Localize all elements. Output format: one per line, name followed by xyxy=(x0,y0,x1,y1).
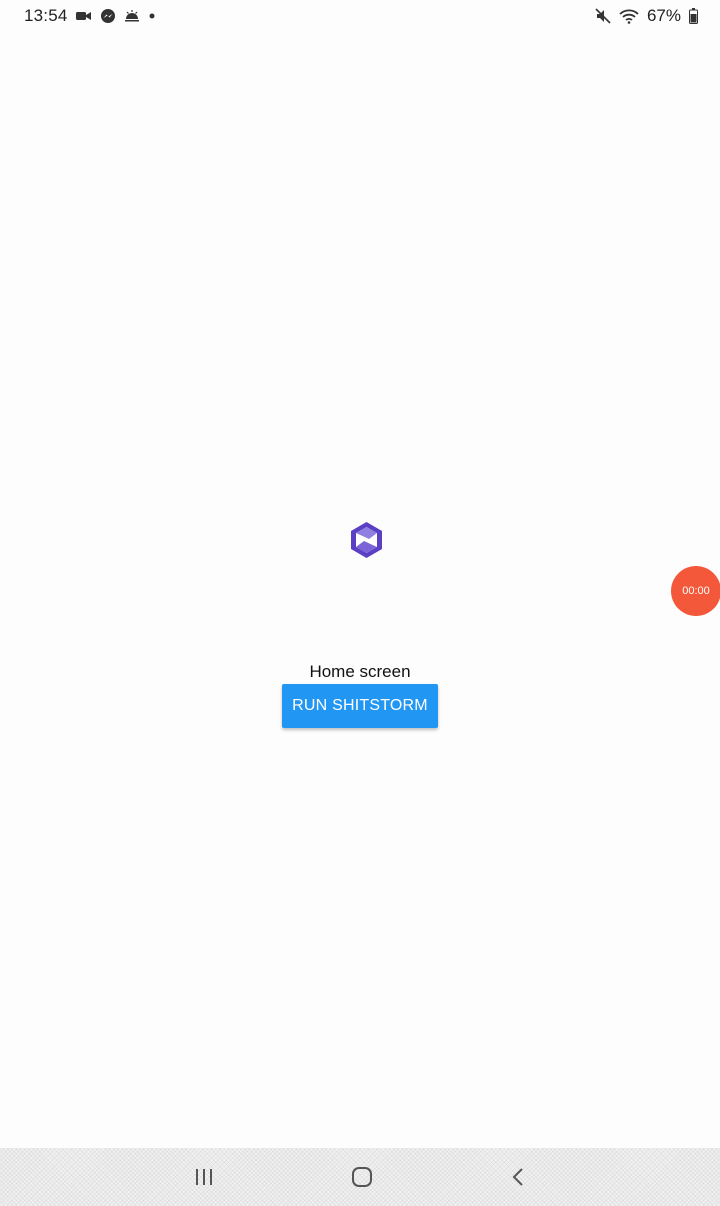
recents-icon[interactable] xyxy=(184,1162,224,1192)
wifi-icon xyxy=(619,8,639,24)
battery-percentage: 67% xyxy=(646,6,681,25)
status-bar: 13:54 67% xyxy=(0,0,720,32)
navigation-bar xyxy=(0,1148,720,1206)
weather-icon xyxy=(124,8,140,24)
status-right: 67% xyxy=(595,6,698,26)
video-camera-icon xyxy=(75,8,92,24)
screen-record-bubble[interactable]: 00:00 xyxy=(671,566,720,616)
notification-dot-icon xyxy=(148,8,156,24)
status-time: 13:54 xyxy=(24,6,68,25)
run-shitstorm-button[interactable]: RUN SHITSTORM xyxy=(282,684,438,728)
messenger-icon xyxy=(100,8,116,24)
record-timer: 00:00 xyxy=(682,585,710,597)
status-left: 13:54 xyxy=(24,6,156,26)
home-screen-label: Home screen xyxy=(309,662,411,681)
back-icon[interactable] xyxy=(498,1162,538,1192)
app-logo-icon xyxy=(349,521,384,559)
mute-icon xyxy=(595,8,611,24)
battery-icon xyxy=(689,8,698,24)
home-icon[interactable] xyxy=(342,1162,382,1192)
